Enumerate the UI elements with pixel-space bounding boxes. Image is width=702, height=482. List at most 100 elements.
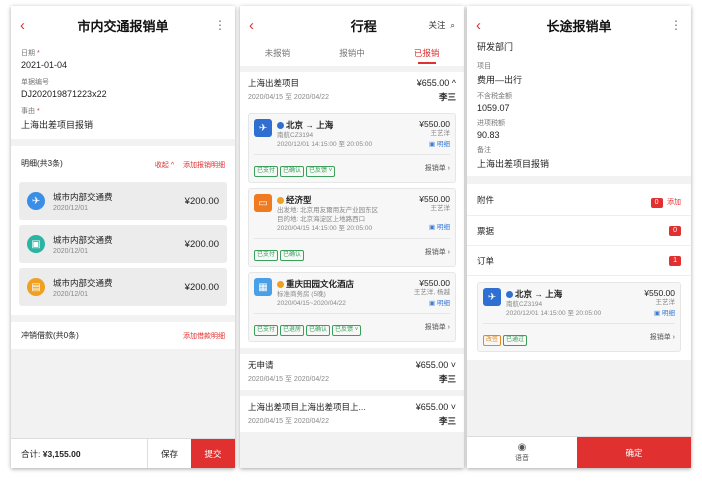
flight-entry[interactable]: ✈ 北京 → 上海 南航CZ3194 2020/12/01 14:15:00 至…: [477, 282, 681, 352]
entry-name: 经济型: [286, 195, 312, 205]
entry-person: 王艺洋: [430, 130, 451, 137]
invoice-row[interactable]: 票据 0: [467, 216, 691, 246]
detail-link[interactable]: ▣ 明细: [419, 138, 450, 148]
item-title: 城市内部交通费: [53, 234, 113, 245]
status-tag[interactable]: 已反馈 ˅: [332, 325, 362, 336]
entry-sub: 南航CZ3194: [277, 132, 314, 139]
more-icon[interactable]: ⋮: [660, 18, 682, 32]
plane-icon: ✈: [27, 192, 45, 210]
entry-name: 北京 → 上海: [286, 120, 334, 130]
doc-number-field[interactable]: 单据编号 DJ202019871223x22: [11, 73, 235, 102]
detail-link[interactable]: ▣ 明细: [414, 297, 450, 307]
add-loan-button[interactable]: 添加借款明细: [183, 331, 225, 341]
tab-unreimbursed[interactable]: 未报销: [265, 44, 291, 66]
reimburse-link[interactable]: 报销单 ›: [650, 332, 675, 342]
search-icon[interactable]: ⌕: [450, 20, 455, 30]
required-mark: *: [36, 50, 40, 57]
back-icon[interactable]: ‹: [20, 17, 42, 34]
tab-in-progress[interactable]: 报销中: [339, 44, 365, 66]
confirm-button[interactable]: 确定: [577, 436, 691, 468]
loan-title: 冲销借款(共0条): [21, 331, 79, 340]
invoice-count: 0: [669, 225, 681, 236]
invoice-label: 票据: [477, 225, 495, 236]
flight-entry[interactable]: ✈ 北京 → 上海 南航CZ3194 2020/12/01 14:15:00 至…: [248, 113, 456, 183]
trip-card[interactable]: 上海出差项目上海出差项目上... ¥655.00 ˅ 2020/04/15 至 2…: [240, 396, 464, 432]
list-item[interactable]: ▣ 城市内部交通费 2020/12/01 ¥200.00: [19, 225, 227, 263]
back-icon[interactable]: ‹: [249, 17, 271, 34]
save-button[interactable]: 保存: [147, 438, 191, 468]
reason-field[interactable]: 事由 * 上海出差项目报销: [11, 102, 235, 134]
status-tag[interactable]: 已反馈 ˅: [306, 166, 336, 177]
reimburse-link[interactable]: 报销单 ›: [425, 247, 450, 257]
attachment-row[interactable]: 附件 0 添加: [467, 184, 691, 216]
entry-sub: 出发地: 北京用友爾用友产业园东区: [277, 207, 379, 214]
item-date: 2020/12/01: [53, 247, 89, 255]
submit-button[interactable]: 提交: [191, 438, 235, 468]
voice-button[interactable]: ◉ 语音: [467, 442, 577, 463]
list-item[interactable]: ▤ 城市内部交通费 2020/12/01 ¥200.00: [19, 268, 227, 306]
order-label: 订单: [477, 255, 495, 266]
entry-amount: ¥550.00: [644, 288, 675, 298]
remark-field[interactable]: 备注 上海出差项目报销: [467, 142, 691, 172]
bus-icon: ▣: [27, 235, 45, 253]
trip-card[interactable]: 无申请 ¥655.00 ˅ 2020/04/15 至 2020/04/22 李三: [240, 354, 464, 390]
trip-card: 上海出差项目 ¥655.00 ^ 2020/04/15 至 2020/04/22…: [240, 72, 464, 348]
field-label: 项目: [477, 63, 491, 70]
field-value: DJ202019871223x22: [21, 89, 107, 99]
status-tag: 已确认: [280, 250, 305, 261]
trip-person: 李三: [438, 374, 456, 384]
reimburse-link[interactable]: 报销单 ›: [425, 322, 450, 332]
entry-sub: 2020/04/15~2020/04/22: [277, 300, 346, 307]
add-detail-button[interactable]: 添加报销明细: [183, 162, 225, 169]
list-item[interactable]: ✈ 城市内部交通费 2020/12/01 ¥200.00: [19, 182, 227, 220]
car-icon: ▭: [254, 194, 272, 212]
car-entry[interactable]: ▭ 经济型 出发地: 北京用友爾用友产业园东区 目的地: 北京海淀区上地路西口 …: [248, 188, 456, 267]
detail-link[interactable]: ▣ 明细: [419, 221, 450, 231]
entry-amount: ¥550.00: [419, 194, 450, 204]
trip-name: 上海出差项目上海出差项目上...: [248, 402, 366, 412]
reimburse-link[interactable]: 报销单 ›: [425, 163, 450, 173]
required-mark: *: [36, 108, 40, 115]
header: ‹ 长途报销单 ⋮: [467, 6, 691, 44]
attachments-section: 附件 0 添加 票据 0 订单 1: [467, 184, 691, 276]
item-date: 2020/12/01: [53, 204, 89, 212]
follow-button[interactable]: 关注: [428, 20, 445, 30]
entry-amount: ¥550.00: [419, 119, 450, 129]
status-tag: 已确认: [306, 325, 331, 336]
collapse-button[interactable]: 收起 ^: [155, 162, 174, 169]
phone-screen-itinerary: ‹ 行程 关注 ⌕ 未报销 报销中 已报销 上海出差项目 ¥655.00 ^ 2…: [240, 6, 464, 468]
trip-dates: 2020/04/15 至 2020/04/22: [248, 376, 329, 383]
project-field[interactable]: 项目费用—出行: [467, 58, 691, 88]
field-label: 进项税额: [477, 120, 505, 127]
hotel-entry[interactable]: ▦ 重庆田园文化酒店 标准商务房 (5晚) 2020/04/15~2020/04…: [248, 272, 456, 342]
field-value: 90.83: [477, 130, 500, 140]
back-icon[interactable]: ‹: [476, 17, 498, 34]
tab-reimbursed[interactable]: 已报销: [414, 44, 439, 66]
airline-icon: [277, 122, 284, 130]
field-value: 费用—出行: [477, 75, 523, 85]
detail-link[interactable]: ▣ 明细: [644, 307, 675, 317]
status-tag: 已支付: [254, 325, 279, 336]
order-row[interactable]: 订单 1: [467, 246, 691, 276]
page-title: 行程: [350, 18, 377, 34]
header: ‹ 行程 关注 ⌕: [240, 6, 464, 44]
trip-person: 李三: [438, 92, 456, 102]
field-value: 上海出差项目报销: [477, 159, 550, 169]
footer-bar: 合计: ¥3,155.00 保存 提交: [11, 438, 235, 468]
add-attachment-button[interactable]: 添加: [667, 199, 681, 206]
total-label: 合计:: [21, 448, 43, 459]
entry-sub: 标准商务房 (5晚): [277, 291, 326, 298]
status-tag: 已通过: [503, 335, 528, 346]
trip-header[interactable]: 上海出差项目 ¥655.00 ^: [248, 77, 456, 89]
pretax-amount-field[interactable]: 不含税金额 1059.07: [467, 88, 691, 115]
item-amount: ¥200.00: [184, 281, 219, 293]
hotel-brand-icon: [277, 281, 284, 289]
hotel-icon: ▤: [27, 278, 45, 296]
date-field[interactable]: 日期 * 2021-01-04: [11, 44, 235, 73]
status-tag: 已支付: [254, 166, 279, 177]
entry-sub: 2020/12/01 14:15:00 至 20:05:00: [506, 310, 602, 317]
input-tax-field[interactable]: 进项税额 90.83: [467, 115, 691, 142]
more-icon[interactable]: ⋮: [204, 18, 226, 32]
field-label: 事由: [21, 108, 35, 115]
microphone-icon: ◉: [517, 442, 527, 453]
